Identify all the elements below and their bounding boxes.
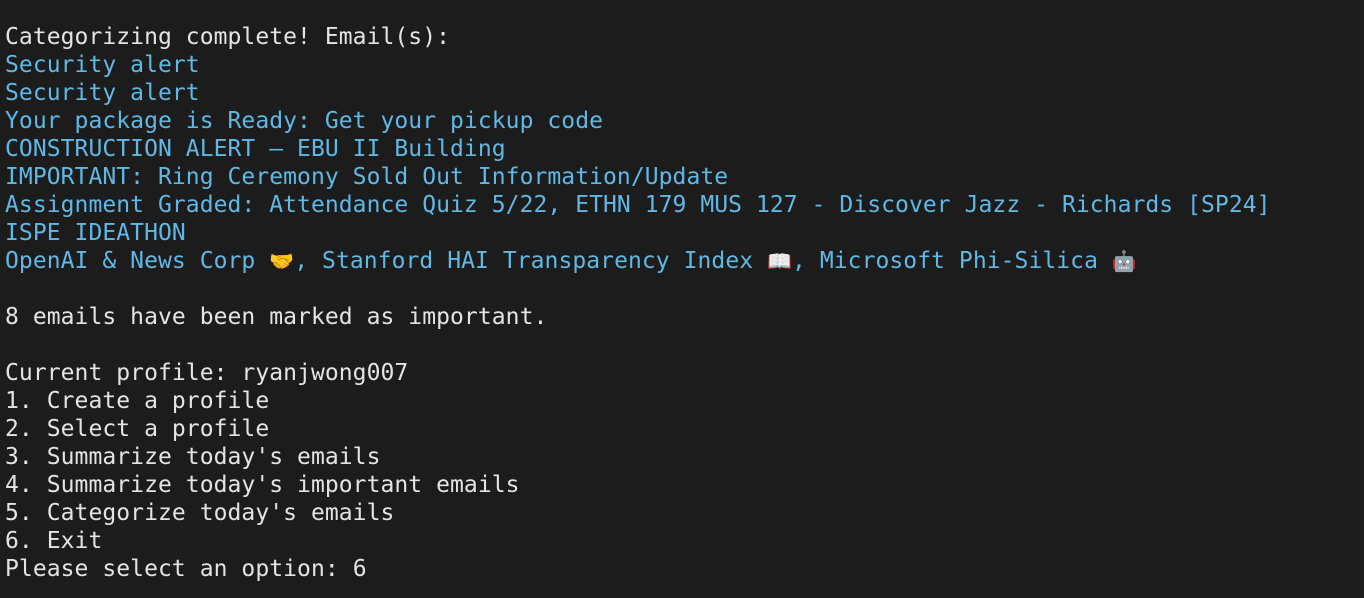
menu-item-summarize-emails: 3. Summarize today's emails (5, 444, 381, 470)
handshake-icon: 🤝 (269, 249, 295, 273)
terminal-window[interactable]: Categorizing complete! Email(s): Security… (0, 0, 1364, 598)
menu-item-select-profile: 2. Select a profile (5, 416, 270, 442)
menu-item-summarize-important: 4. Summarize today's important emails (5, 472, 520, 498)
menu-item-categorize-emails: 5. Categorize today's emails (5, 500, 395, 526)
email-subject: Assignment Graded: Attendance Quiz 5/22,… (5, 192, 1271, 218)
book-icon: 📖 (767, 249, 793, 273)
newsletter-part-1: OpenAI & News Corp (5, 248, 270, 274)
email-subject-newsletter: OpenAI & News Corp 🤝, Stanford HAI Trans… (5, 247, 1364, 275)
current-profile: Current profile: ryanjwong007 (5, 360, 409, 386)
prompt-input-value[interactable]: 6 (353, 556, 367, 582)
email-subject: Your package is Ready: Get your pickup c… (5, 108, 604, 134)
newsletter-part-2: , Stanford HAI Transparency Index (294, 248, 768, 274)
email-subject: Security alert (5, 80, 200, 106)
robot-icon: 🤖 (1111, 249, 1137, 273)
newsletter-part-3: , Microsoft Phi-Silica (792, 248, 1112, 274)
email-subject: ISPE IDEATHON (5, 220, 186, 246)
email-subject: Security alert (5, 52, 200, 78)
status-line: Categorizing complete! Email(s): (5, 24, 451, 50)
menu-item-create-profile: 1. Create a profile (5, 388, 270, 414)
menu-item-exit: 6. Exit (5, 528, 103, 554)
prompt-line[interactable]: Please select an option: 6 (5, 555, 1364, 583)
marked-message: 8 emails have been marked as important. (5, 304, 548, 330)
email-subject: IMPORTANT: Ring Ceremony Sold Out Inform… (5, 164, 729, 190)
prompt-text: Please select an option: (5, 556, 353, 582)
email-subject: CONSTRUCTION ALERT – EBU II Building (5, 136, 506, 162)
